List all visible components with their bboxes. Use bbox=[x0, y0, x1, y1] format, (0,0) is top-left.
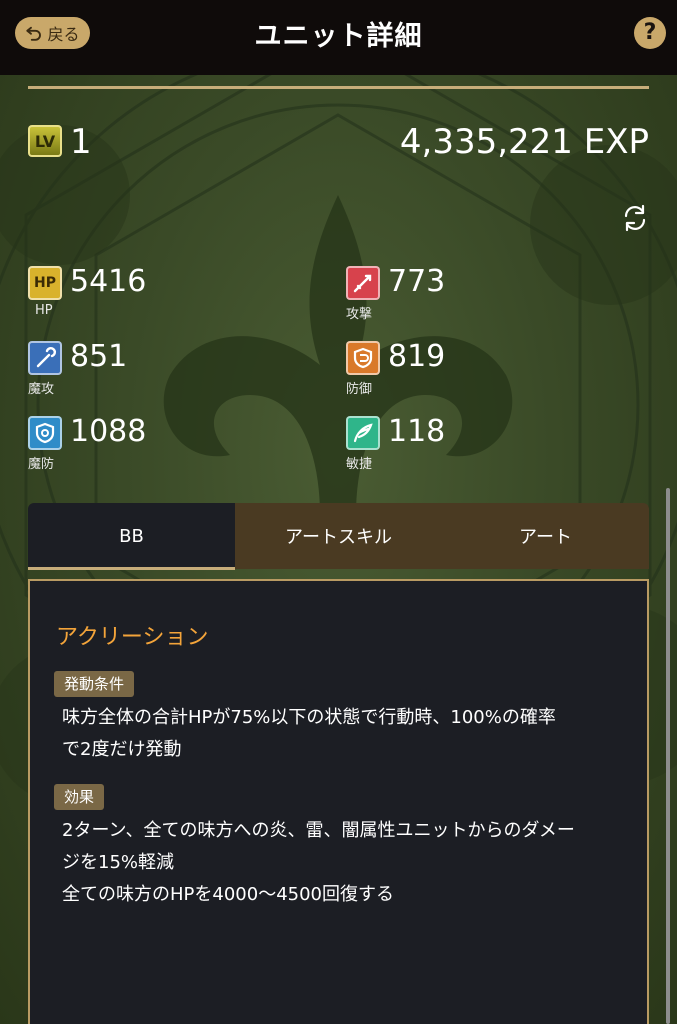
condition-line: 味方全体の合計HPが75%以下の状態で行動時、100%の確率 bbox=[62, 707, 556, 728]
stat-value: 118 bbox=[388, 414, 446, 449]
stat-label: HP bbox=[35, 303, 53, 318]
level-badge: LV bbox=[28, 125, 62, 157]
level-value: 1 bbox=[70, 122, 92, 162]
tab-art-skill[interactable]: アートスキル bbox=[235, 503, 442, 569]
effect-line: 全ての味方のHPを4000～4500回復する bbox=[62, 884, 395, 905]
help-button[interactable]: ? bbox=[634, 17, 666, 49]
effect-line: ジを15%軽減 bbox=[62, 852, 175, 873]
effect-tag: 効果 bbox=[54, 784, 105, 810]
wing-icon bbox=[346, 416, 380, 450]
stat-label: 防御 bbox=[346, 382, 373, 397]
page-title: ユニット詳細 bbox=[254, 21, 423, 52]
shield-icon bbox=[346, 341, 380, 375]
condition-line: で2度だけ発動 bbox=[62, 739, 182, 760]
app-header: 戻る ユニット詳細 ? bbox=[0, 0, 677, 75]
stat-value: 1088 bbox=[70, 414, 147, 449]
stat-value: 851 bbox=[70, 339, 128, 374]
refresh-icon[interactable] bbox=[620, 203, 650, 233]
skill-panel: アクリーション 発動条件 味方全体の合計HPが75%以下の状態で行動時、100%… bbox=[28, 579, 649, 1024]
exp-value: 4,335,221 EXP bbox=[399, 122, 649, 162]
effect-line: 2ターン、全ての味方への炎、雷、闇属性ユニットからのダメー bbox=[62, 820, 575, 841]
magic-shield-icon bbox=[28, 416, 62, 450]
stat-label: 敏捷 bbox=[346, 457, 373, 472]
skill-tabs: BB アートスキル アート bbox=[28, 503, 649, 569]
stat-value: 5416 bbox=[70, 264, 147, 299]
sword-icon bbox=[346, 266, 380, 300]
scrollbar[interactable] bbox=[666, 488, 670, 1024]
tab-bb[interactable]: BB bbox=[28, 503, 235, 569]
hp-icon: HP bbox=[28, 266, 62, 300]
stat-value: 819 bbox=[388, 339, 446, 374]
staff-icon bbox=[28, 341, 62, 375]
condition-tag: 発動条件 bbox=[54, 671, 135, 697]
stat-label: 攻撃 bbox=[346, 307, 373, 322]
tab-art[interactable]: アート bbox=[442, 503, 649, 569]
stat-label: 魔防 bbox=[28, 457, 55, 472]
stat-label: 魔攻 bbox=[28, 382, 55, 397]
skill-name: アクリーション bbox=[56, 625, 209, 650]
active-tab-indicator bbox=[28, 567, 235, 570]
stat-value: 773 bbox=[388, 264, 446, 299]
